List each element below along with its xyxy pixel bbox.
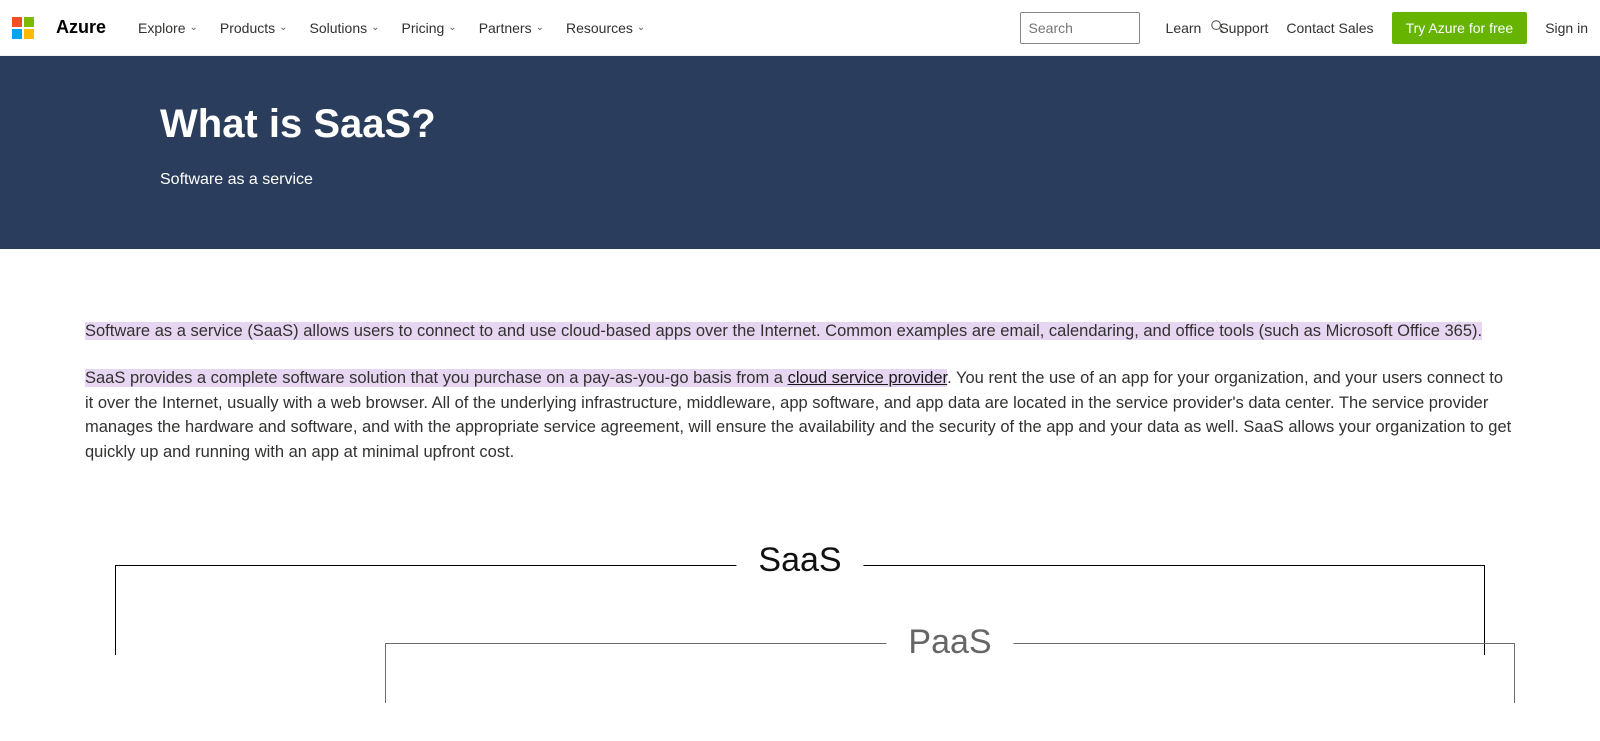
cta-try-azure-button[interactable]: Try Azure for free bbox=[1392, 12, 1528, 44]
saas-paas-diagram: SaaS PaaS bbox=[85, 525, 1515, 685]
primary-nav: Explore ⌄ Products ⌄ Solutions ⌄ Pricing… bbox=[138, 20, 645, 36]
chevron-down-icon: ⌄ bbox=[279, 22, 287, 33]
chevron-down-icon: ⌄ bbox=[637, 22, 645, 33]
page-title: What is SaaS? bbox=[160, 102, 1440, 147]
diagram-label-saas: SaaS bbox=[736, 541, 863, 580]
nav-resources[interactable]: Resources ⌄ bbox=[566, 20, 645, 36]
brand-azure[interactable]: Azure bbox=[56, 17, 106, 38]
nav-support[interactable]: Support bbox=[1219, 20, 1268, 36]
nav-pricing[interactable]: Pricing ⌄ bbox=[402, 20, 457, 36]
nav-learn[interactable]: Learn bbox=[1166, 20, 1202, 36]
chevron-down-icon: ⌄ bbox=[448, 22, 456, 33]
intro-highlight: Software as a service (SaaS) allows user… bbox=[85, 322, 1482, 340]
microsoft-logo-icon[interactable] bbox=[12, 17, 34, 39]
intro-paragraph: Software as a service (SaaS) allows user… bbox=[85, 319, 1515, 344]
hero: What is SaaS? Software as a service bbox=[0, 56, 1600, 249]
nav-solutions-label: Solutions bbox=[310, 20, 368, 36]
article-body: Software as a service (SaaS) allows user… bbox=[85, 249, 1515, 725]
details-highlight: SaaS provides a complete software soluti… bbox=[85, 369, 788, 387]
nav-explore-label: Explore bbox=[138, 20, 185, 36]
page-subtitle: Software as a service bbox=[160, 171, 1440, 189]
nav-partners-label: Partners bbox=[479, 20, 532, 36]
nav-products[interactable]: Products ⌄ bbox=[220, 20, 288, 36]
chevron-down-icon: ⌄ bbox=[536, 22, 544, 33]
cloud-service-provider-link[interactable]: cloud service provider bbox=[788, 369, 948, 387]
search-box[interactable] bbox=[1020, 12, 1140, 44]
diagram-label-paas: PaaS bbox=[886, 623, 1013, 662]
nav-resources-label: Resources bbox=[566, 20, 633, 36]
nav-partners[interactable]: Partners ⌄ bbox=[479, 20, 544, 36]
chevron-down-icon: ⌄ bbox=[189, 22, 197, 33]
nav-pricing-label: Pricing bbox=[402, 20, 445, 36]
nav-products-label: Products bbox=[220, 20, 275, 36]
nav-explore[interactable]: Explore ⌄ bbox=[138, 20, 198, 36]
nav-solutions[interactable]: Solutions ⌄ bbox=[310, 20, 380, 36]
details-paragraph: SaaS provides a complete software soluti… bbox=[85, 366, 1515, 465]
nav-signin[interactable]: Sign in bbox=[1545, 20, 1588, 36]
global-nav: Azure Explore ⌄ Products ⌄ Solutions ⌄ P… bbox=[0, 0, 1600, 56]
secondary-nav: Learn Support Contact Sales Try Azure fo… bbox=[1166, 12, 1588, 44]
chevron-down-icon: ⌄ bbox=[371, 22, 379, 33]
nav-contact[interactable]: Contact Sales bbox=[1286, 20, 1373, 36]
